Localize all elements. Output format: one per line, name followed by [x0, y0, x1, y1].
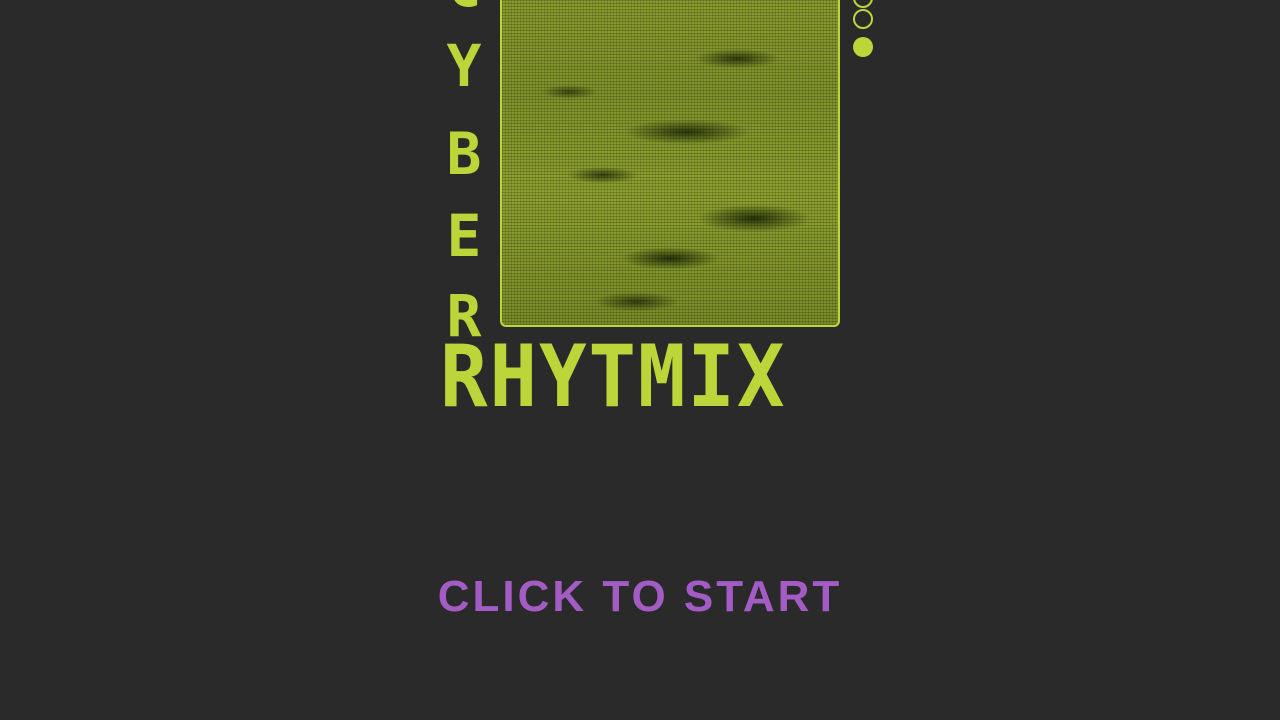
title-letter: Y	[446, 32, 482, 100]
game-screen[interactable]: C Y B E R RHYTMIX CLICK TO START	[0, 0, 1280, 720]
cover-art-image	[500, 0, 840, 327]
title-letter: E	[446, 202, 482, 270]
title-letter: C	[440, 0, 488, 15]
indicator-dot-filled-icon	[853, 37, 873, 57]
title-letter: B	[446, 120, 482, 188]
click-to-start-button[interactable]: CLICK TO START	[370, 572, 910, 622]
game-title: RHYTMIX	[440, 327, 787, 427]
indicator-dot-hollow-icon	[853, 0, 873, 8]
vertical-title: C Y B E R	[440, 0, 490, 345]
indicator-dot-hollow-icon	[853, 9, 873, 29]
